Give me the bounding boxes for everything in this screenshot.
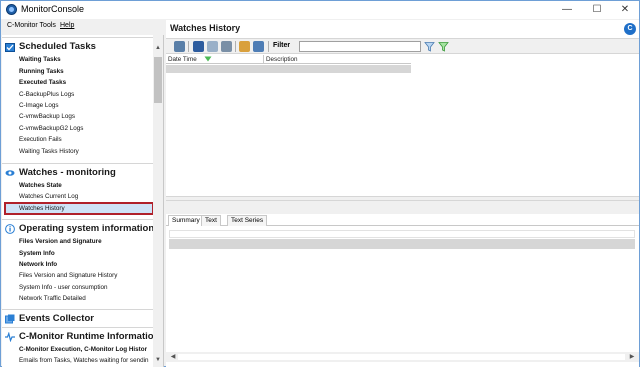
print-icon[interactable] (221, 41, 232, 52)
sort-filter-icon[interactable] (204, 56, 212, 62)
nav-item-watches-current-log[interactable]: Watches Current Log (19, 193, 78, 200)
nav-item-c-image-logs[interactable]: C-Image Logs (19, 102, 59, 109)
nav-item-executed-tasks[interactable]: Executed Tasks (19, 79, 66, 86)
splitter-band (166, 201, 639, 214)
scroll-right-arrow-icon[interactable]: ▶ (627, 352, 637, 362)
maximize-button[interactable]: ☐ (583, 1, 611, 19)
copy-icon[interactable] (207, 41, 218, 52)
navigation-panel: Scheduled Tasks Waiting Tasks Running Ta… (2, 35, 164, 367)
info-icon (5, 224, 15, 234)
filter-label: Filter (273, 42, 291, 49)
section-title: Watches - monitoring (19, 167, 116, 178)
navigation-scrollbar[interactable]: ▲ ▼ (153, 35, 163, 367)
window-title: MonitorConsole (21, 4, 85, 14)
nav-item-watches-history[interactable]: Watches History (4, 202, 154, 215)
watches-history-grid: Date Time Description (166, 55, 411, 75)
save-icon[interactable] (193, 41, 204, 52)
find-next-icon[interactable] (253, 41, 264, 52)
events-collector-icon (5, 314, 15, 324)
c-monitor-help-button[interactable]: C (624, 23, 636, 35)
detail-row[interactable] (169, 230, 635, 238)
grid-header: Date Time Description (166, 55, 411, 64)
calendar-check-icon (5, 43, 15, 52)
section-title: C-Monitor Runtime Information (19, 331, 160, 342)
column-description[interactable]: Description (266, 56, 298, 63)
section-title: Scheduled Tasks (19, 41, 96, 52)
detail-tabs: Summary Text Text Series (166, 214, 639, 226)
scroll-thumb[interactable] (178, 354, 625, 360)
section-operating-system-info[interactable]: Operating system information's (2, 219, 162, 237)
scroll-thumb[interactable] (154, 57, 162, 103)
eye-icon (5, 170, 15, 176)
detail-row[interactable] (169, 239, 635, 249)
nav-item-c-monitor-execution[interactable]: C-Monitor Execution, C-Monitor Log Histo… (19, 346, 147, 353)
nav-item-system-info-user-consumption[interactable]: System Info - user consumption (19, 284, 108, 291)
pulse-icon (5, 332, 15, 342)
table-row[interactable] (166, 65, 411, 73)
minimize-button[interactable]: — (553, 1, 581, 19)
section-events-collector[interactable]: Events Collector (2, 309, 154, 327)
section-c-monitor-runtime-info[interactable]: C-Monitor Runtime Information (2, 327, 159, 345)
tab-text[interactable]: Text (201, 215, 221, 226)
section-title: Operating system information's (19, 223, 162, 234)
nav-item-emails-from-tasks[interactable]: Emails from Tasks, Watches waiting for s… (19, 357, 148, 364)
nav-item-system-info[interactable]: System Info (19, 250, 55, 257)
nav-item-watches-state[interactable]: Watches State (19, 182, 62, 189)
filter-input[interactable] (299, 41, 421, 52)
nav-item-files-version-signature-history[interactable]: Files Version and Signature History (19, 272, 117, 279)
menu-help[interactable]: Help (60, 22, 74, 29)
toolbar-separator (188, 41, 189, 52)
nav-item-files-version-signature[interactable]: Files Version and Signature (19, 238, 102, 245)
filter-apply-icon[interactable] (438, 41, 449, 52)
toolbar-separator (268, 41, 269, 52)
monitor-console-app-icon (6, 4, 17, 15)
filter-funnel-icon[interactable] (424, 41, 435, 52)
nav-item-c-backupplus-logs[interactable]: C-BackupPlus Logs (19, 91, 74, 98)
section-watches-monitoring[interactable]: Watches - monitoring (2, 163, 154, 181)
scroll-down-arrow-icon[interactable]: ▼ (153, 355, 163, 365)
nav-item-running-tasks[interactable]: Running Tasks (19, 68, 64, 75)
nav-item-waiting-tasks-history[interactable]: Waiting Tasks History (19, 148, 79, 155)
menu-c-monitor-tools[interactable]: C-Monitor Tools (7, 22, 56, 29)
nav-item-network-info[interactable]: Network Info (19, 261, 57, 268)
section-scheduled-tasks[interactable]: Scheduled Tasks (2, 37, 154, 55)
page-title: Watches History (170, 23, 241, 33)
tab-text-series[interactable]: Text Series (227, 215, 268, 226)
column-separator[interactable] (263, 55, 264, 64)
nav-item-label: Watches History (19, 205, 65, 212)
close-button[interactable]: ✕ (611, 1, 639, 19)
tab-summary[interactable]: Summary (168, 215, 204, 226)
refresh-icon[interactable] (174, 41, 185, 52)
menu-bar: C-Monitor Tools Help (2, 20, 165, 34)
main-panel: Watches History C Filter Date Time Descr… (166, 20, 639, 367)
nav-item-c-vmwbackup-logs[interactable]: C-vmwBackup Logs (19, 113, 75, 120)
scroll-left-arrow-icon[interactable]: ◀ (168, 352, 178, 362)
section-title: Events Collector (19, 313, 94, 324)
app-window: MonitorConsole — ☐ ✕ C-Monitor Tools Hel… (0, 0, 640, 367)
horizontal-scrollbar[interactable]: ◀ ▶ (166, 352, 639, 362)
find-icon[interactable] (239, 41, 250, 52)
column-date-time[interactable]: Date Time (168, 56, 197, 63)
toolbar: Filter (166, 38, 639, 54)
nav-item-execution-fails[interactable]: Execution Fails (19, 136, 62, 143)
nav-item-waiting-tasks[interactable]: Waiting Tasks (19, 56, 61, 63)
title-bar: MonitorConsole — ☐ ✕ (1, 1, 639, 19)
toolbar-separator (235, 41, 236, 52)
nav-item-network-traffic-detailed[interactable]: Network Traffic Detailed (19, 295, 86, 302)
scroll-up-arrow-icon[interactable]: ▲ (153, 43, 163, 53)
nav-item-c-vmwbackupg2-logs[interactable]: C-vmwBackupG2 Logs (19, 125, 83, 132)
